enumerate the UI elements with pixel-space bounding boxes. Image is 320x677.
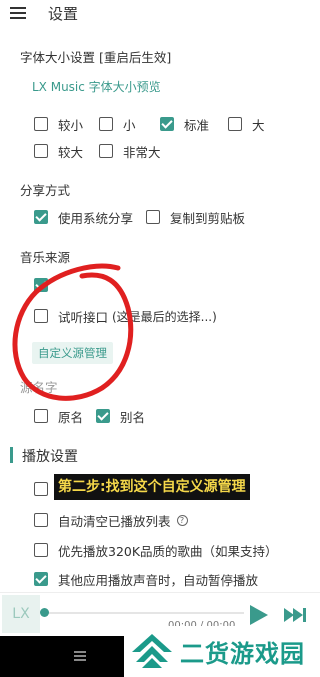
progress-track[interactable] [44,612,244,614]
checkbox[interactable] [99,144,113,158]
checkbox[interactable] [34,144,48,158]
play-icon[interactable] [246,603,270,627]
source-name-option-original[interactable]: 原名 [34,406,83,426]
source-name-option-alias[interactable]: 别名 [96,406,145,426]
watermark-text: 二货游戏园 [180,640,305,668]
checkbox-checked[interactable] [34,278,48,292]
share-title: 分享方式 [20,183,71,198]
share-option-clipboard[interactable]: 复制到剪贴板 [146,207,245,227]
font-size-option-standard[interactable]: 标准 [160,114,209,134]
play-settings-title: 播放设置 [22,449,78,465]
next-track-icon[interactable] [282,605,308,625]
font-size-preview: LX Music 字体大小预览 [32,80,161,94]
font-size-option-large[interactable]: 大 [228,114,265,134]
checkbox[interactable] [146,210,160,224]
album-art[interactable]: LX [2,595,40,633]
checkbox[interactable] [34,482,48,496]
checkbox-checked[interactable] [34,210,48,224]
checkbox[interactable] [34,409,48,423]
page-title: 设置 [48,5,79,23]
watermark-logo-icon [132,634,172,668]
checkbox[interactable] [99,117,113,131]
progress-knob[interactable] [40,608,49,617]
music-source-title: 音乐来源 [20,250,71,265]
music-source-option-1[interactable] [34,275,58,295]
font-size-option-very-large[interactable]: 非常大 [99,141,161,161]
top-bar: 设置 [0,0,320,28]
checkbox-checked[interactable] [34,572,48,586]
custom-source-manage-button[interactable]: 自定义源管理 [32,342,113,364]
share-option-system[interactable]: 使用系统分享 [34,207,133,227]
font-size-option-small[interactable]: 小 [99,114,136,134]
music-source-option-trial[interactable]: 试听接口 [34,306,108,326]
play-option-auto-clear[interactable]: 自动清空已播放列表? [34,510,188,530]
source-name-title: 源名字 [20,380,58,395]
font-size-title: 字体大小设置 [重启后生效] [20,50,172,65]
music-source-hint: (这是最后的选择...) [112,310,217,324]
checkbox[interactable] [228,117,242,131]
watermark: 二货游戏园 [124,626,320,677]
recent-apps-icon[interactable] [74,650,88,662]
checkbox[interactable] [34,117,48,131]
tutorial-caption: 第二步:找到这个自定义源管理 [54,474,250,500]
section-accent-bar [10,447,13,463]
checkbox-checked[interactable] [160,117,174,131]
info-icon[interactable]: ? [176,514,188,526]
font-size-option-larger[interactable]: 较大 [34,141,83,161]
checkbox[interactable] [34,309,48,323]
play-option-320k[interactable]: 优先播放320K品质的歌曲（如果支持） [34,540,278,560]
checkbox-checked[interactable] [96,409,110,423]
hamburger-menu-icon[interactable] [10,5,28,21]
font-size-option-smaller[interactable]: 较小 [34,114,83,134]
checkbox[interactable] [34,543,48,557]
checkbox[interactable] [34,513,48,527]
play-option-auto-pause[interactable]: 其他应用播放声音时，自动暂停播放 [34,569,258,589]
